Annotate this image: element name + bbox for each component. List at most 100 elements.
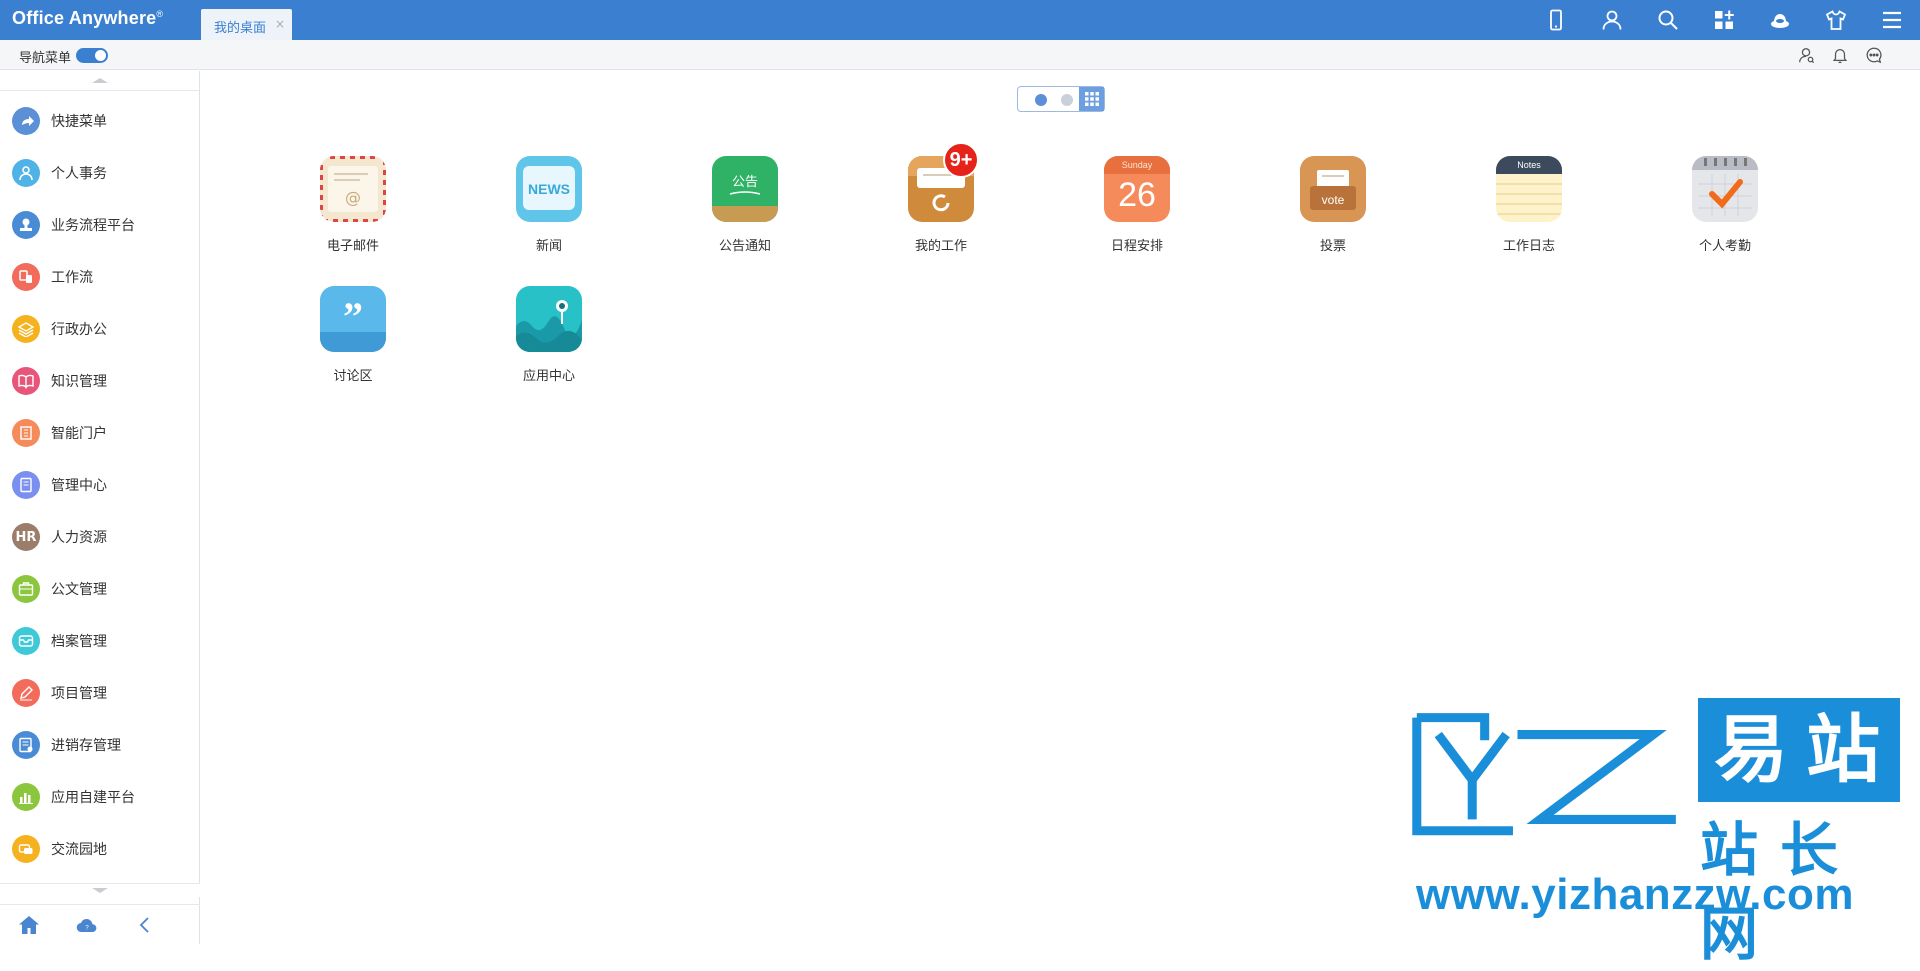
- sidebar-item-label: 应用自建平台: [51, 790, 135, 806]
- user-icon[interactable]: [1584, 0, 1640, 40]
- menu-icon[interactable]: [1864, 0, 1920, 40]
- sidebar-item[interactable]: 公文管理: [0, 563, 199, 615]
- sub-bar: 导航菜单: [0, 40, 1920, 70]
- tab-my-desktop[interactable]: 我的桌面 ×: [201, 9, 292, 40]
- watermark-logo: [1412, 713, 1676, 836]
- sidebar-item[interactable]: 个人事务: [0, 147, 199, 199]
- top-bar: Office Anywhere® 我的桌面 ×: [0, 0, 1920, 40]
- building-icon: [12, 419, 40, 447]
- tab-label: 我的桌面: [214, 21, 267, 36]
- app-email[interactable]: @ 电子邮件: [293, 156, 413, 254]
- mail-icon: @: [320, 156, 386, 222]
- tab-close-icon[interactable]: ×: [275, 17, 285, 31]
- page-dot-2[interactable]: [1061, 94, 1073, 106]
- sidebar-item-label: 工作流: [51, 270, 93, 286]
- book-icon: [12, 367, 40, 395]
- sidebar-item[interactable]: 业务流程平台: [0, 199, 199, 251]
- sidebar-item[interactable]: 档案管理: [0, 615, 199, 667]
- collapse-icon[interactable]: [116, 905, 174, 945]
- contacts-icon[interactable]: [1796, 45, 1816, 65]
- notice-icon: 公告: [712, 156, 778, 222]
- news-icon: NEWS: [516, 156, 582, 222]
- form-icon: [12, 731, 40, 759]
- app-my-work[interactable]: 9+ 我的工作: [881, 142, 1001, 254]
- app-calendar[interactable]: Sunday 26 日程安排: [1077, 156, 1197, 254]
- sidebar: 快捷菜单个人事务业务流程平台 工作流行政办公知识管理智能门户管理中心 HR 人力资源公…: [0, 71, 200, 944]
- stamp-icon: [12, 211, 40, 239]
- pencil-icon: [12, 679, 40, 707]
- sidebar-item[interactable]: 管理中心: [0, 459, 199, 511]
- home-icon[interactable]: [0, 905, 58, 945]
- sidebar-item[interactable]: 快捷菜单: [0, 95, 199, 147]
- sidebar-item[interactable]: 应用自建平台: [0, 771, 199, 823]
- person-icon: [12, 159, 40, 187]
- app-attendance[interactable]: 个人考勤: [1665, 156, 1785, 254]
- watermark-brand: 易站: [1698, 698, 1900, 802]
- app-label: 应用中心: [522, 369, 575, 384]
- hr-icon: HR: [12, 523, 40, 551]
- svg-text:公告: 公告: [732, 175, 758, 190]
- app-vote[interactable]: vote 投票: [1273, 156, 1393, 254]
- search-icon[interactable]: [1640, 0, 1696, 40]
- shirt-icon[interactable]: [1808, 0, 1864, 40]
- sidebar-item[interactable]: HR 人力资源: [0, 511, 199, 563]
- notes-icon: Notes: [1496, 156, 1562, 222]
- app-forum[interactable]: ” 讨论区: [293, 286, 413, 384]
- app-news[interactable]: NEWS 新闻: [489, 156, 609, 254]
- app-logo: Office Anywhere®: [12, 8, 164, 28]
- sidebar-scroll-down[interactable]: [0, 883, 200, 897]
- grid-icon: [1084, 92, 1099, 106]
- nav-menu-label: 导航菜单: [19, 51, 72, 66]
- svg-text:@: @: [345, 188, 361, 207]
- app-work-log[interactable]: Notes 工作日志: [1469, 156, 1589, 254]
- sidebar-menu: 快捷菜单个人事务业务流程平台 工作流行政办公知识管理智能门户管理中心 HR 人力资源公…: [0, 91, 199, 883]
- svg-text:Sunday: Sunday: [1122, 160, 1153, 170]
- app-label: 电子邮件: [326, 239, 379, 254]
- app-center[interactable]: 应用中心: [489, 286, 609, 384]
- chat-icon[interactable]: [1864, 45, 1884, 65]
- svg-text:Notes: Notes: [1517, 160, 1541, 170]
- sidebar-item-label: 快捷菜单: [51, 114, 107, 130]
- sidebar-item-label: 公文管理: [51, 582, 107, 598]
- briefcase-icon: [12, 575, 40, 603]
- unread-badge: 9+: [943, 142, 979, 178]
- sidebar-scroll-up[interactable]: [0, 71, 199, 91]
- app-center-icon: [516, 286, 582, 352]
- sidebar-item-label: 个人事务: [51, 166, 107, 182]
- app-label: 投票: [1319, 239, 1346, 254]
- sidebar-item-label: 人力资源: [51, 530, 107, 546]
- svg-text:vote: vote: [1322, 193, 1345, 207]
- sidebar-item[interactable]: 项目管理: [0, 667, 199, 719]
- sidebar-item[interactable]: 智能门户: [0, 407, 199, 459]
- skin-icon[interactable]: [1752, 0, 1808, 40]
- svg-text:”: ”: [343, 294, 363, 339]
- chart-icon: [12, 783, 40, 811]
- document-icon: [12, 471, 40, 499]
- sidebar-item[interactable]: 交流园地: [0, 823, 199, 875]
- cloud-icon[interactable]: ?: [58, 905, 116, 945]
- nav-menu-toggle[interactable]: [76, 48, 108, 63]
- app-label: 个人考勤: [1698, 239, 1751, 254]
- watermark-url: www.yizhanzzw.com: [1416, 870, 1854, 919]
- sidebar-item[interactable]: 行政办公: [0, 303, 199, 355]
- sidebar-item[interactable]: 知识管理: [0, 355, 199, 407]
- archive-icon: [12, 627, 40, 655]
- sidebar-item-label: 管理中心: [51, 478, 107, 494]
- sidebar-item-label: 进销存管理: [51, 738, 121, 754]
- app-label: 公告通知: [718, 239, 771, 254]
- sidebar-item-label: 行政办公: [51, 322, 107, 338]
- vote-icon: vote: [1300, 156, 1366, 222]
- mobile-icon[interactable]: [1528, 0, 1584, 40]
- calendar-icon: Sunday 26: [1104, 156, 1170, 222]
- sidebar-item[interactable]: 进销存管理: [0, 719, 199, 771]
- grid-view-button[interactable]: [1079, 87, 1104, 111]
- sidebar-item-label: 业务流程平台: [51, 218, 135, 234]
- app-label: 日程安排: [1110, 239, 1163, 254]
- apps-icon[interactable]: [1696, 0, 1752, 40]
- app-notice[interactable]: 公告 公告通知: [685, 156, 805, 254]
- share-icon: [12, 107, 40, 135]
- sidebar-item-label: 智能门户: [51, 426, 107, 442]
- page-dot-1[interactable]: [1035, 94, 1047, 106]
- sidebar-item[interactable]: 工作流: [0, 251, 199, 303]
- bell-icon[interactable]: [1830, 45, 1850, 65]
